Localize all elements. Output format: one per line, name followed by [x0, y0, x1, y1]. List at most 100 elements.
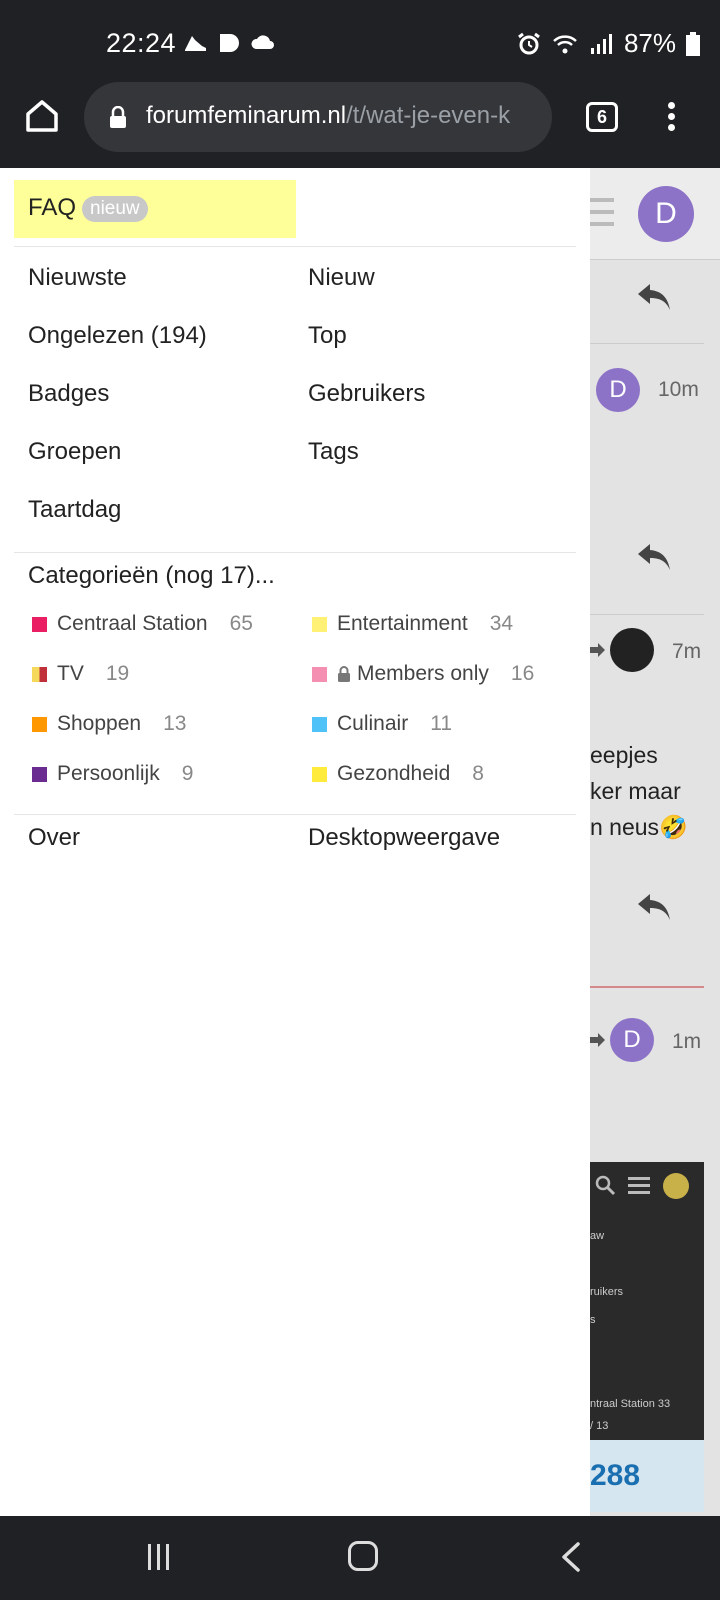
browser-toolbar: forumfeminarum.nl/t/wat-je-even-k 6: [0, 82, 720, 168]
divider: [590, 343, 704, 344]
menu-link-about[interactable]: Over: [28, 824, 80, 852]
wifi-icon: [553, 34, 577, 53]
category-count: 19: [105, 662, 130, 685]
shot-text: s: [590, 1314, 596, 1326]
category-color-swatch: [312, 666, 327, 682]
status-time: 22:24: [106, 28, 177, 58]
app-icon: [220, 34, 239, 52]
battery-level: 87%: [623, 28, 676, 58]
category-name: Entertainment: [337, 612, 468, 635]
tab-switcher-button[interactable]: 6: [586, 102, 618, 132]
emoji-avatar-icon: [663, 1173, 689, 1199]
status-bar: 22:24 87%: [0, 0, 720, 82]
home-button-icon[interactable]: [348, 1541, 378, 1571]
faq-label: FAQ: [28, 194, 77, 221]
new-badge: nieuw: [82, 196, 148, 222]
category-name: Shoppen: [57, 712, 142, 735]
menu-link-latest[interactable]: Nieuwste: [28, 264, 127, 292]
menu-link-desktop-view[interactable]: Desktopweergave: [308, 824, 500, 852]
reply-icon[interactable]: [636, 890, 672, 924]
post-time: 1m: [672, 1030, 702, 1053]
embedded-screenshot[interactable]: aw ruikers s ntraal Station 33 / 13 288: [590, 1162, 704, 1512]
category-shoppen[interactable]: Shoppen 13: [32, 712, 186, 736]
address-bar[interactable]: forumfeminarum.nl/t/wat-je-even-k: [84, 82, 552, 152]
category-count: 16: [510, 662, 535, 685]
post-avatar[interactable]: D: [596, 368, 640, 412]
recent-apps-icon[interactable]: [148, 1544, 178, 1572]
category-color-swatch: [312, 616, 327, 632]
category-color-swatch: [32, 716, 47, 732]
category-count: 8: [472, 762, 484, 785]
shot-text: / 13: [590, 1420, 609, 1432]
reply-icon[interactable]: [636, 280, 672, 314]
category-name: Persoonlijk: [57, 762, 160, 785]
category-name: TV: [57, 662, 84, 685]
category-members-only[interactable]: Members only 16: [312, 662, 534, 686]
category-color-swatch: [312, 716, 327, 732]
home-icon[interactable]: [22, 96, 62, 136]
category-color-swatch: [312, 766, 327, 782]
notification-icons: [182, 30, 276, 56]
system-navigation-bar: [0, 1516, 720, 1600]
menu-link-users[interactable]: Gebruikers: [308, 380, 425, 408]
hamburger-menu-panel: FAQ nieuw Nieuwste Nieuw Ongelezen (194)…: [0, 168, 590, 1516]
category-count: 9: [181, 762, 194, 785]
divider: [590, 614, 704, 615]
category-gezondheid[interactable]: Gezondheid 8: [312, 762, 484, 786]
shot-number: 288: [590, 1440, 704, 1512]
category-entertainment[interactable]: Entertainment 34: [312, 612, 513, 636]
new-posts-divider: [590, 986, 704, 988]
arrow-right-icon: [590, 643, 605, 657]
menu-divider: [14, 246, 576, 247]
category-name: Members only: [357, 662, 489, 685]
menu-link-groups[interactable]: Groepen: [28, 438, 121, 466]
menu-divider: [14, 814, 576, 815]
menu-link-unread[interactable]: Ongelezen (194): [28, 322, 207, 350]
post-time: 10m: [658, 378, 699, 401]
post-avatar[interactable]: D: [610, 1018, 654, 1062]
post-text-line: ker maar: [590, 778, 681, 804]
menu-link-badges[interactable]: Badges: [28, 380, 109, 408]
category-name: Gezondheid: [337, 762, 451, 785]
menu-link-tags[interactable]: Tags: [308, 438, 359, 466]
alarm-icon: [518, 32, 540, 54]
cloud-icon: [251, 35, 274, 49]
menu-divider: [14, 552, 576, 553]
battery-icon: [686, 31, 700, 56]
url-text: forumfeminarum.nl/t/wat-je-even-k: [146, 102, 511, 129]
user-avatar[interactable]: D: [638, 186, 694, 242]
shot-text: aw: [590, 1230, 605, 1242]
back-icon[interactable]: [556, 1540, 590, 1574]
system-icons: 87%: [516, 28, 700, 59]
shot-text: ntraal Station 33: [590, 1398, 671, 1410]
search-icon: [595, 1175, 616, 1196]
faq-link[interactable]: FAQ nieuw: [14, 180, 296, 238]
lock-icon: [338, 666, 350, 682]
category-culinair[interactable]: Culinair 11: [312, 712, 452, 736]
category-persoonlijk[interactable]: Persoonlijk 9: [32, 762, 193, 786]
category-count: 34: [489, 612, 514, 635]
arrow-right-icon: [590, 1033, 605, 1047]
hamburger-icon: [628, 1177, 650, 1194]
post-avatar[interactable]: [610, 628, 654, 672]
category-centraal-station[interactable]: Centraal Station 65: [32, 612, 253, 636]
category-name: Centraal Station: [57, 612, 208, 635]
reply-icon[interactable]: [636, 540, 672, 574]
category-count: 13: [163, 712, 187, 735]
category-name: Culinair: [337, 712, 409, 735]
categories-heading-link[interactable]: Categorieën (nog 17)...: [28, 562, 275, 590]
menu-link-cakeday[interactable]: Taartdag: [28, 496, 121, 524]
lock-icon: [110, 106, 126, 128]
menu-link-new[interactable]: Nieuw: [308, 264, 375, 292]
more-options-icon[interactable]: [664, 98, 678, 138]
category-count: 11: [430, 712, 453, 735]
category-color-swatch: [32, 666, 47, 682]
shot-text: ruikers: [590, 1286, 624, 1298]
category-color-swatch: [32, 616, 47, 632]
category-tv[interactable]: TV 19: [32, 662, 129, 686]
shoe-icon: [185, 36, 206, 51]
category-count: 65: [229, 612, 253, 635]
menu-link-top[interactable]: Top: [308, 322, 347, 350]
post-text-line: eepjes: [590, 742, 658, 768]
post-time: 7m: [672, 640, 702, 663]
